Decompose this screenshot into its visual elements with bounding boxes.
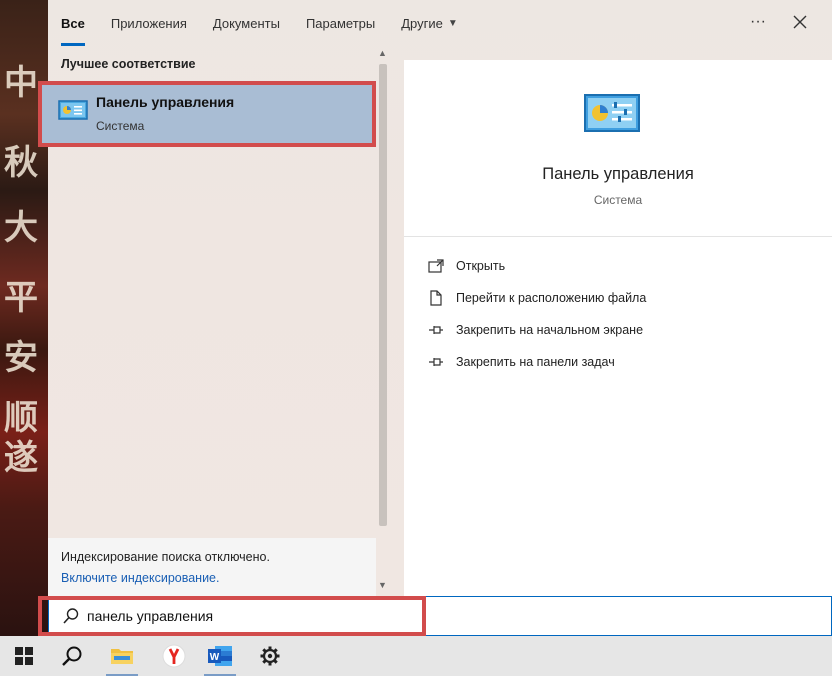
action-open-file-location[interactable]: Перейти к расположению файла	[428, 287, 646, 309]
best-match-item[interactable]: Панель управления Система	[38, 81, 376, 147]
close-icon[interactable]	[788, 10, 812, 34]
section-title-best-match: Лучшее соответствие	[61, 57, 196, 71]
control-panel-icon	[584, 94, 640, 134]
tab-bar: Все Приложения Документы Параметры Други…	[48, 0, 832, 46]
start-icon[interactable]	[0, 636, 48, 676]
search-panel: Все Приложения Документы Параметры Други…	[38, 0, 832, 596]
details-subtitle: Система	[593, 193, 643, 207]
chevron-down-icon: ▼	[447, 17, 458, 29]
pin-icon	[428, 354, 444, 370]
wallpaper-glyph: 平	[4, 278, 38, 318]
results-list: Лучшее соответствие Панель управления Си…	[38, 46, 376, 596]
wallpaper-glyph: 大	[4, 208, 38, 248]
details-title: Панель управления	[542, 165, 694, 183]
scroll-thumb[interactable]	[379, 64, 387, 526]
tab-label: Все	[61, 15, 85, 31]
word-icon[interactable]: W	[196, 636, 244, 676]
tab-label: Документы	[212, 15, 280, 31]
details-pane: Панель управления Система Открыть Перейт…	[404, 60, 832, 596]
scroll-up-icon[interactable]: ▲	[378, 48, 387, 58]
tab-label: Параметры	[305, 15, 376, 31]
enable-indexing-link[interactable]: Включите индексирование.	[61, 571, 219, 585]
results-scrollbar[interactable]: ▲ ▼	[376, 46, 390, 596]
tab-more[interactable]: Другие ▼	[388, 0, 471, 46]
action-open[interactable]: Открыть	[428, 255, 505, 277]
search-icon[interactable]	[48, 636, 96, 676]
action-pin-taskbar[interactable]: Закрепить на панели задач	[428, 351, 615, 373]
tab-apps[interactable]: Приложения	[98, 0, 200, 46]
divider	[404, 236, 832, 237]
tab-settings[interactable]: Параметры	[293, 0, 388, 46]
control-panel-icon	[58, 99, 90, 123]
wallpaper-glyph: 秋	[4, 143, 38, 183]
wallpaper-glyph: 遂	[4, 438, 38, 478]
tab-label: Другие	[401, 15, 443, 31]
search-icon	[62, 607, 80, 625]
scroll-down-icon[interactable]: ▼	[378, 580, 387, 590]
action-label: Закрепить на начальном экране	[456, 323, 644, 337]
wallpaper-glyph: 中	[4, 63, 38, 103]
best-match-title: Панель управления	[96, 94, 235, 110]
settings-icon[interactable]	[246, 636, 294, 676]
action-pin-start[interactable]: Закрепить на начальном экране	[428, 319, 643, 341]
ellipsis-icon[interactable]: ···	[746, 10, 770, 34]
wallpaper-glyph: 安	[4, 338, 38, 378]
pin-icon	[428, 322, 444, 338]
tab-label: Приложения	[110, 15, 187, 31]
open-icon	[428, 258, 444, 274]
taskbar: W	[0, 636, 832, 676]
svg-text:W: W	[210, 652, 220, 663]
action-label: Закрепить на панели задач	[456, 355, 615, 369]
indexing-notice: Индексирование поиска отключено. Включит…	[48, 538, 376, 596]
indexing-message: Индексирование поиска отключено.	[61, 550, 270, 564]
action-label: Перейти к расположению файла	[456, 291, 647, 305]
tab-all[interactable]: Все	[48, 0, 98, 46]
file-explorer-icon[interactable]	[98, 636, 146, 676]
best-match-subtitle: Система	[96, 119, 145, 133]
search-input[interactable]	[87, 604, 407, 628]
action-label: Открыть	[456, 259, 506, 273]
yandex-browser-icon[interactable]	[150, 636, 198, 676]
tab-documents[interactable]: Документы	[200, 0, 293, 46]
file-location-icon	[428, 290, 444, 306]
